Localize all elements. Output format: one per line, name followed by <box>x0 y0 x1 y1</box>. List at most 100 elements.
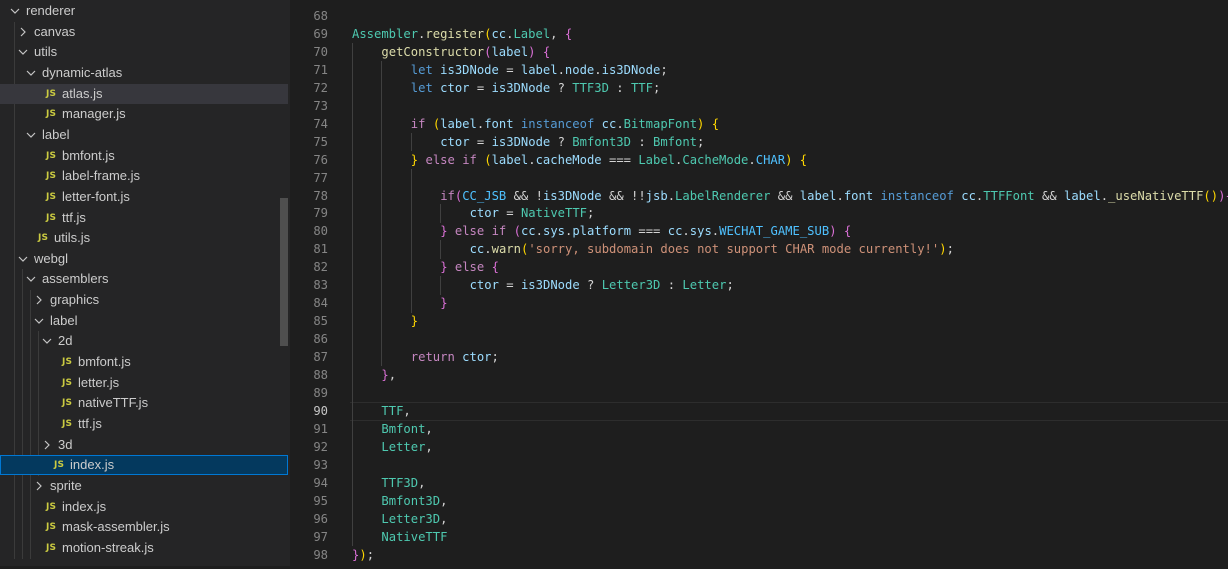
indent-guide <box>381 168 383 187</box>
folder-graphics[interactable]: graphics <box>0 290 288 310</box>
code-token: let <box>410 80 433 95</box>
line-number: 92 <box>313 439 328 454</box>
folder-sprite[interactable]: sprite <box>0 476 288 496</box>
folder-utils[interactable]: utils <box>0 42 288 62</box>
code-line[interactable]: } <box>440 294 447 312</box>
explorer-scrollbar-thumb[interactable] <box>280 198 288 346</box>
folder-label[interactable]: label <box>0 125 288 145</box>
indent-guide <box>352 204 353 223</box>
file-letter-font-js[interactable]: JS letter-font.js <box>0 187 288 207</box>
code-line[interactable]: } <box>411 312 418 330</box>
code-token: . <box>682 224 690 239</box>
code-token: cc <box>667 224 683 239</box>
file-ttf-js[interactable]: JS ttf.js <box>0 208 288 228</box>
file-bmfont-js[interactable]: JS bmfont.js <box>0 146 288 166</box>
file-bmfont-js[interactable]: JS bmfont.js <box>0 352 288 372</box>
code-line[interactable]: } else if (cc.sys.platform === cc.sys.WE… <box>440 222 851 240</box>
code-token: register <box>425 26 485 41</box>
code-line[interactable]: cc.warn('sorry, subdomain does not suppo… <box>470 240 954 258</box>
file-utils-js[interactable]: JS utils.js <box>0 228 288 248</box>
code-line[interactable]: TTF, <box>381 402 410 420</box>
code-token: label <box>491 152 529 167</box>
code-token: 'sorry, subdomain does not support CHAR … <box>528 242 940 257</box>
code-token: , <box>388 368 397 382</box>
code-line[interactable]: } else { <box>440 258 499 276</box>
file-mask-assembler-js[interactable]: JS mask-assembler.js <box>0 517 288 537</box>
folder-assemblers[interactable]: assemblers <box>0 269 288 289</box>
file-label: mask-assembler.js <box>62 519 170 535</box>
folder-webgl[interactable]: webgl <box>0 249 288 269</box>
file-manager-js[interactable]: JS manager.js <box>0 104 288 124</box>
code-token: : <box>630 134 653 149</box>
code-token: , <box>550 26 565 41</box>
code-line[interactable]: if (label.font instanceof cc.BitmapFont)… <box>411 115 719 133</box>
code-line[interactable]: Letter3D, <box>381 510 447 528</box>
file-label-frame-js[interactable]: JS label-frame.js <box>0 166 288 186</box>
code-token: } <box>440 260 448 275</box>
code-token: label <box>440 116 477 131</box>
indent-guide <box>352 401 353 421</box>
folder-canvas[interactable]: canvas <box>0 22 288 42</box>
code-editor[interactable]: 68 69 Assembler.register(cc.Label, {70 getC… <box>290 0 1228 569</box>
code-line[interactable]: }); <box>352 546 374 564</box>
code-line[interactable]: if(CC_JSB && !is3DNode && !!jsb.LabelRen… <box>440 187 1228 205</box>
code-token: ; <box>366 547 375 562</box>
code-line[interactable]: TTF3D, <box>381 474 425 492</box>
code-token: instanceof <box>520 116 595 131</box>
code-line[interactable]: let ctor = is3DNode ? TTF3D : TTF; <box>411 79 661 97</box>
code-token: node <box>564 62 595 77</box>
code-line[interactable]: Bmfont3D, <box>381 492 447 510</box>
js-file-icon: JS <box>46 109 57 120</box>
code-token: . <box>528 152 536 167</box>
folder-2d[interactable]: 2d <box>0 331 288 351</box>
code-line[interactable]: Letter, <box>381 438 432 456</box>
file-ttf-js[interactable]: JS ttf.js <box>0 414 288 434</box>
folder-renderer[interactable]: renderer <box>0 1 288 21</box>
file-atlas-js[interactable]: JS atlas.js <box>0 83 288 104</box>
file-label: bmfont.js <box>78 354 131 370</box>
file-letter-js[interactable]: JS letter.js <box>0 373 288 393</box>
code-token: let <box>410 62 433 77</box>
line-number: 75 <box>313 134 328 149</box>
code-line[interactable]: Bmfont, <box>381 420 432 438</box>
file-index-js[interactable]: JS index.js <box>0 455 288 476</box>
code-token: TTF3D <box>381 475 419 490</box>
folder-dynamic-atlas[interactable]: dynamic-atlas <box>0 63 288 83</box>
indent-guide <box>352 509 353 529</box>
code-line[interactable]: ctor = is3DNode ? Bmfont3D : Bmfont; <box>440 133 704 151</box>
code-line[interactable]: return ctor; <box>411 348 499 366</box>
chevron-down-icon <box>17 249 29 269</box>
line-number: 78 <box>313 188 328 203</box>
indent-guide <box>381 78 383 98</box>
code-token: ) <box>528 44 536 59</box>
indent-guide <box>381 150 383 170</box>
indent-guide <box>352 348 353 367</box>
code-line[interactable]: ctor = NativeTTF; <box>470 204 595 222</box>
indent-guide <box>410 132 412 152</box>
indent-guide <box>410 240 412 259</box>
file-label: ttf.js <box>62 209 86 225</box>
folder-3d[interactable]: 3d <box>0 435 288 455</box>
indent-guide <box>352 114 353 134</box>
code-token: platform <box>572 224 632 239</box>
line-number: 82 <box>313 260 328 275</box>
file-label: nativeTTF.js <box>78 395 149 411</box>
code-token: cc <box>469 242 485 257</box>
code-line[interactable]: let is3DNode = label.node.is3DNode; <box>411 61 668 79</box>
js-file-icon: JS <box>46 542 57 553</box>
code-line[interactable]: } else if (label.cacheMode === Label.Cac… <box>411 151 807 169</box>
code-line[interactable]: getConstructor(label) { <box>381 43 550 61</box>
code-line[interactable]: }, <box>381 366 396 384</box>
indent-guide <box>352 455 353 475</box>
file-index-js[interactable]: JS index.js <box>0 497 288 517</box>
code-token: ( <box>484 152 492 167</box>
file-motion-streak-js[interactable]: JS motion-streak.js <box>0 538 288 558</box>
file-nativettf-js[interactable]: JS nativeTTF.js <box>0 393 288 413</box>
code-token: label <box>1064 188 1101 203</box>
code-line[interactable]: NativeTTF <box>381 528 447 546</box>
code-line[interactable]: ctor = is3DNode ? Letter3D : Letter; <box>470 276 734 294</box>
folder-label[interactable]: label <box>0 311 288 331</box>
code-line[interactable]: Assembler.register(cc.Label, { <box>352 25 572 43</box>
